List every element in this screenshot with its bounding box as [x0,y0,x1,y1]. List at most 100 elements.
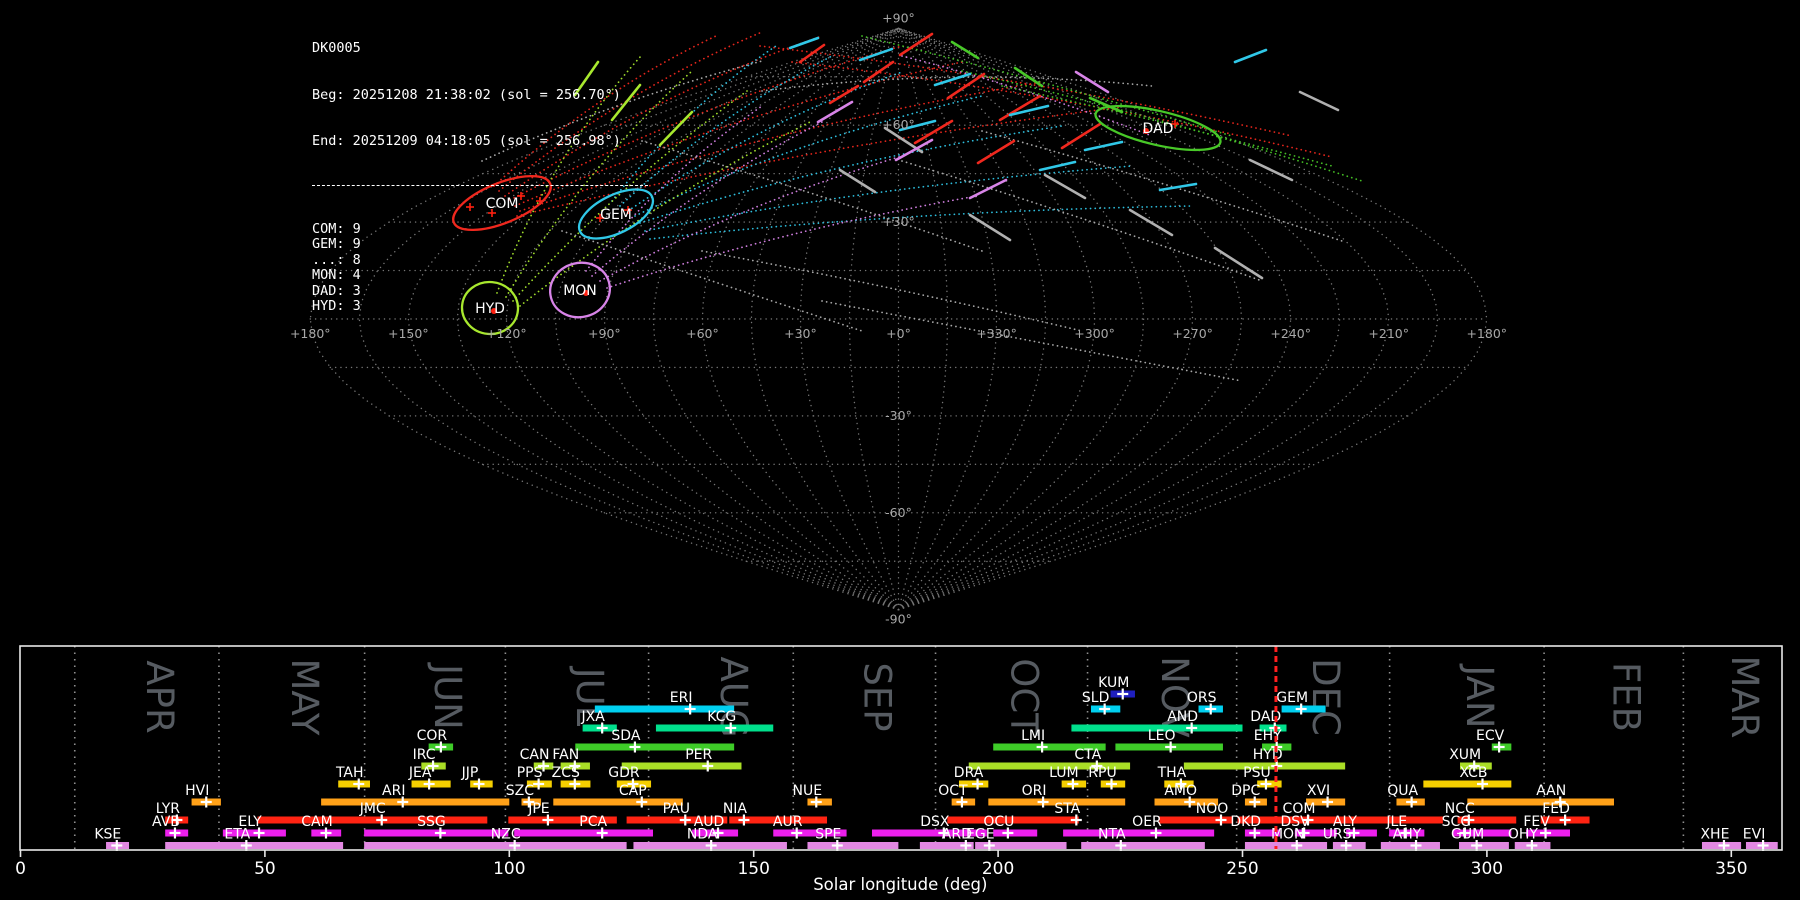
shower-code-label: JEA [408,765,432,781]
meteor-radiant-report: { "header": { "station": "DK0005", "beg_… [0,0,1800,900]
shower-count-DAD: DAD: 3 [312,282,361,299]
shower-code-label: SZC [506,783,534,799]
shower-code-label: NIA [723,801,748,817]
meteor-mon [1074,70,1110,94]
shower-code-label: CAP [619,783,647,799]
station-id: DK0005 [312,40,361,56]
shower-code-label: CTA [1074,747,1101,763]
meteor-mon [816,100,854,124]
lon-label: +30° [784,326,817,341]
trail-com [759,45,1293,137]
shower-code-label: JMC [359,801,386,817]
meridian-line [603,27,900,611]
dec-label: +30° [882,214,915,229]
shower-code-label: DRA [954,765,984,781]
separator-line [312,184,648,186]
shower-code-label: GUM [1451,827,1484,843]
activity-bar [165,842,344,849]
axis-tick-label: 100 [493,859,525,879]
shower-code-label: DKD [1230,814,1261,830]
meteor-com [976,139,1016,165]
shower-code-label: TAH [335,765,364,781]
lon-label: +180° [1466,326,1507,341]
lon-label: +60° [686,326,719,341]
shower-code-label: PPS [517,765,543,781]
shower-code-label: XUM [1449,747,1481,763]
trail-spo [981,130,1343,242]
trail-mon [606,195,978,289]
shower-code-label: CAN [520,747,550,763]
month-label: MAR [1723,656,1766,739]
month-label: DEC [1304,658,1347,736]
shower-code-label: OHY [1508,827,1539,843]
meteor-mon [968,178,1008,200]
shower-code-label: KCG [707,709,736,725]
month-label: OCT [1003,658,1046,736]
month-label: APR [138,660,181,733]
shower-code-label: ETA [224,827,250,843]
shower-code-label: SLD [1082,690,1109,706]
trail-spo [901,160,1263,282]
shower-code-label: XVI [1307,783,1330,799]
lon-label: +270° [1172,326,1213,341]
shower-code-label: STA [1054,801,1080,817]
meridian-line [897,27,1341,611]
meridian-line [897,27,1488,611]
shower-code-label: RPU [1088,765,1116,781]
meteor-com [1060,122,1102,150]
shower-code-label: ECV [1476,728,1505,744]
activity-bar [1244,842,1328,849]
activity-bar [321,798,510,806]
shower-code-label: EGE [966,827,995,843]
shower-code-label: ERI [670,690,693,706]
activity-bar [514,829,654,837]
shower-code-label: PCA [579,814,607,830]
lon-label: +0° [886,326,911,341]
activity-bar [1423,780,1512,788]
shower-code-label: LMI [1021,728,1045,744]
shower-activity-PER: PER [621,747,742,772]
activity-timeline: APR MAY JUN JUL AUG SEP OCT NOV DEC JAN FEB MARKUME… [15,645,1783,894]
shower-code-label: URS [1323,827,1352,843]
shower-code-label: AMO [1164,783,1197,799]
shower-code-label: PAU [663,801,690,817]
session-begin: Beg: 20251208 21:38:02 (sol = 256.70°) [312,86,621,103]
month-label: MAY [283,659,326,736]
shower-code-label: SPE [815,827,841,843]
shower-count-HYD: HYD: 3 [312,298,361,314]
shower-code-label: HYD [1253,747,1283,763]
shower-code-label: NOO [1196,801,1229,817]
shower-code-label: GDR [608,765,640,781]
axis-tick-label: 0 [15,859,26,879]
activity-bar [655,724,774,732]
shower-code-label: OCT [938,783,968,799]
shower-code-label: KUM [1098,675,1129,691]
trail-dad [861,35,1233,137]
shower-code-label: NTA [1098,827,1126,843]
activity-bar [1467,798,1614,806]
lon-label: +330° [976,326,1017,341]
meteor-spo [968,213,1012,242]
x-axis: 0 50 100 150 200 250 300 350Solar longitude (de… [15,850,1748,894]
meteor-com [828,84,860,105]
shower-code-label: AUR [773,814,803,830]
month-label: SEP [855,662,898,731]
dec-label: -90° [885,612,912,627]
shower-code-label: PER [685,747,712,763]
shower-code-label: LUM [1049,765,1078,781]
shower-code-label: SDA [611,728,640,744]
shower-activity-ECV: ECV [1476,728,1512,753]
shower-code-label: XHE [1700,827,1729,843]
shower-code-label: JPE [527,801,549,817]
shower-code-label: CAM [301,814,332,830]
meteor-hyd [658,110,694,147]
activity-bar [257,816,488,824]
shower-code-label: EVI [1743,827,1766,843]
activity-bar [364,842,627,849]
shower-count-COM: COM: 9 [312,220,361,237]
shower-code-label: XCB [1460,765,1488,781]
shower-activity-XCB: XCB [1423,765,1512,790]
meteor-gem [788,36,820,50]
shower-activity-LEO: LEO [1115,728,1223,753]
shower-code-label: AND [1167,709,1198,725]
